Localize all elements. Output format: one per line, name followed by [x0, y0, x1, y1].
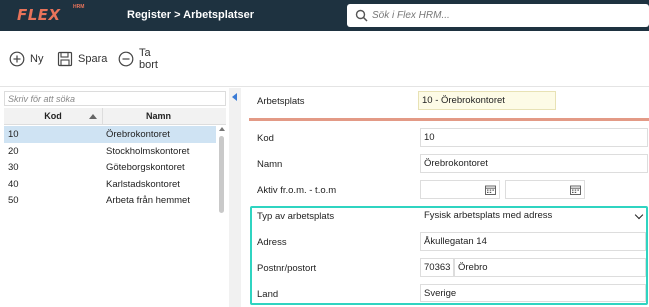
list-scrollbar[interactable] [218, 126, 226, 307]
list-header: Kod Namn [4, 108, 226, 125]
list-row-50[interactable]: 50 Arbeta från hemmet [4, 192, 216, 209]
row-namn: Göteborgskontoret [106, 162, 185, 173]
minus-circle-icon [118, 51, 134, 67]
row-namn: Stockholmskontoret [106, 145, 190, 157]
arbetsplats-value: 10 - Örebrokontoret [418, 91, 556, 110]
delete-button[interactable]: Ta bort [118, 47, 158, 71]
panel-splitter[interactable] [229, 88, 241, 307]
kod-field[interactable]: 10 [420, 128, 648, 147]
row-kod: 10 [8, 129, 19, 140]
list-filter-input[interactable] [4, 91, 226, 106]
flex-hrm-logo[interactable]: FLEX [17, 6, 61, 24]
new-button[interactable]: Ny [9, 49, 43, 69]
top-bar: FLEX HRM Register > Arbetsplatser [0, 0, 649, 31]
namn-field[interactable]: Örebrokontoret [420, 154, 648, 173]
save-button-label: Spara [78, 53, 108, 65]
save-button[interactable]: Spara [57, 49, 107, 69]
row-kod: 20 [8, 145, 19, 157]
calendar-icon[interactable] [485, 185, 496, 195]
row-kod: 50 [8, 195, 19, 206]
list-row-10[interactable]: 10 Örebrokontoret [4, 126, 216, 143]
row-kod: 40 [8, 178, 19, 190]
workplace-list-panel: Kod Namn 10 Örebrokontoret 20 Stockholms… [0, 88, 228, 307]
namn-label: Namn [257, 159, 283, 170]
address-section-highlight [250, 206, 648, 305]
delete-button-label: Ta bort [139, 47, 158, 71]
logo-superscript: HRM [73, 4, 85, 10]
new-button-label: Ny [30, 53, 44, 65]
aktiv-label: Aktiv fr.o.m. - t.o.m [257, 185, 337, 196]
calendar-icon[interactable] [570, 185, 581, 195]
list-body: 10 Örebrokontoret 20 Stockholmskontoret … [4, 126, 216, 209]
list-row-40[interactable]: 40 Karlstadskontoret [4, 176, 216, 193]
aktiv-tom-date-field[interactable] [505, 180, 585, 199]
column-header-namn[interactable]: Namn [103, 108, 214, 125]
breadcrumb: Register > Arbetsplatser [127, 9, 255, 21]
collapse-left-icon[interactable] [232, 93, 237, 101]
row-namn: Arbeta från hemmet [106, 195, 190, 206]
aktiv-from-date-field[interactable] [420, 180, 500, 199]
column-header-kod-label: Kod [44, 111, 62, 121]
plus-circle-icon [9, 51, 25, 67]
row-namn: Örebrokontoret [106, 129, 170, 140]
list-row-30[interactable]: 30 Göteborgskontoret [4, 159, 216, 176]
floppy-disk-icon [57, 51, 73, 67]
search-icon [355, 9, 368, 22]
scroll-up-icon[interactable] [219, 127, 225, 131]
row-namn: Karlstadskontoret [106, 178, 180, 190]
scrollbar-thumb[interactable] [219, 136, 224, 213]
list-row-20[interactable]: 20 Stockholmskontoret [4, 143, 216, 160]
search-input[interactable] [372, 4, 642, 27]
global-search [347, 4, 649, 27]
sort-ascending-icon [89, 114, 97, 119]
row-kod: 30 [8, 162, 19, 173]
arbetsplats-label: Arbetsplats [257, 96, 305, 107]
toolbar: Ny Spara Ta bort [0, 31, 649, 87]
kod-label: Kod [257, 133, 274, 144]
column-header-namn-label: Namn [145, 111, 171, 121]
header-divider [249, 118, 649, 121]
